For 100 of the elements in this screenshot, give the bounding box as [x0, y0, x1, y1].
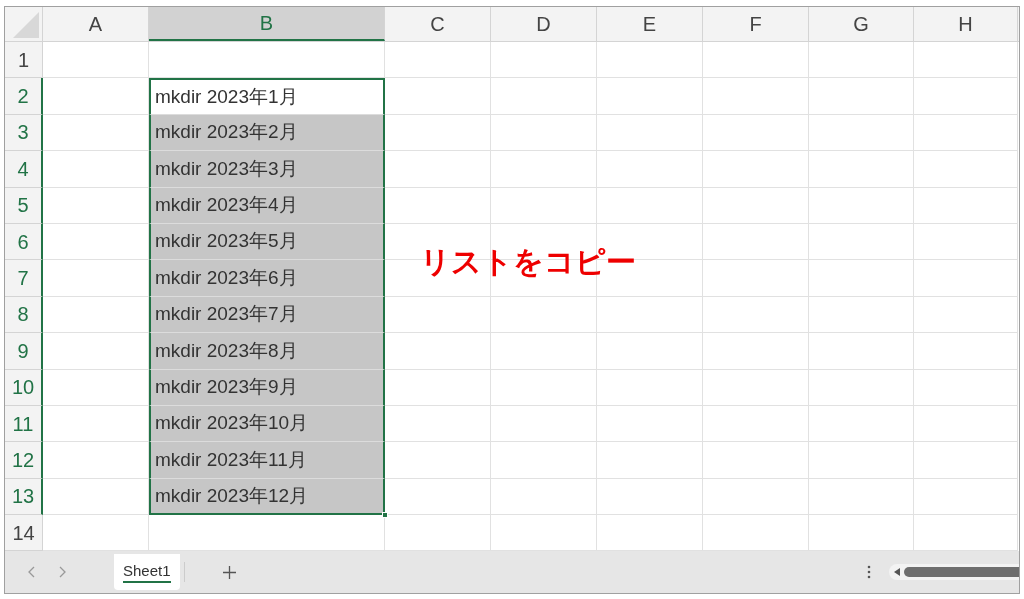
empty-cell[interactable]	[914, 405, 1018, 443]
column-header[interactable]: G	[809, 7, 914, 41]
row-header[interactable]: 1	[5, 42, 43, 79]
empty-cell[interactable]	[491, 369, 597, 406]
empty-cell[interactable]	[809, 260, 914, 297]
empty-cell[interactable]	[914, 478, 1018, 516]
empty-cell[interactable]	[491, 442, 597, 479]
row-header[interactable]: 7	[5, 260, 43, 297]
row-header[interactable]: 3	[5, 114, 43, 152]
empty-cell[interactable]	[385, 42, 491, 79]
empty-cell[interactable]	[491, 42, 597, 79]
empty-cell[interactable]	[597, 78, 703, 115]
empty-cell[interactable]	[914, 442, 1018, 479]
selected-cell[interactable]: mkdir 2023年8月	[149, 333, 385, 370]
empty-cell[interactable]	[809, 333, 914, 370]
empty-cell[interactable]	[914, 151, 1018, 188]
empty-cell[interactable]	[914, 114, 1018, 152]
row-header[interactable]: 6	[5, 223, 43, 261]
selected-cell[interactable]: mkdir 2023年3月	[149, 151, 385, 188]
column-header[interactable]: C	[385, 7, 491, 41]
row-header[interactable]: 8	[5, 296, 43, 334]
empty-cell[interactable]	[914, 42, 1018, 79]
empty-cell[interactable]	[491, 114, 597, 152]
empty-cell[interactable]	[914, 369, 1018, 406]
row-header[interactable]: 9	[5, 333, 43, 370]
column-header[interactable]: H	[914, 7, 1018, 41]
row-header[interactable]: 12	[5, 442, 43, 479]
empty-cell[interactable]	[703, 151, 809, 188]
row-header[interactable]: 4	[5, 151, 43, 188]
selected-cell[interactable]: mkdir 2023年1月	[149, 78, 385, 115]
empty-cell[interactable]	[809, 78, 914, 115]
empty-cell[interactable]	[597, 187, 703, 224]
empty-cell[interactable]	[703, 369, 809, 406]
empty-cell[interactable]	[809, 187, 914, 224]
empty-cell[interactable]	[491, 151, 597, 188]
empty-cell[interactable]	[703, 296, 809, 334]
empty-cell[interactable]	[597, 442, 703, 479]
selected-cell[interactable]: mkdir 2023年4月	[149, 187, 385, 224]
empty-cell[interactable]	[809, 296, 914, 334]
empty-cell[interactable]	[597, 296, 703, 334]
empty-cell[interactable]	[491, 333, 597, 370]
empty-cell[interactable]	[809, 114, 914, 152]
empty-cell[interactable]	[491, 296, 597, 334]
empty-cell[interactable]	[914, 260, 1018, 297]
empty-cell[interactable]	[491, 478, 597, 516]
empty-cell[interactable]	[597, 369, 703, 406]
empty-cell[interactable]	[597, 333, 703, 370]
empty-cell[interactable]	[809, 42, 914, 79]
fill-handle[interactable]	[382, 512, 388, 519]
empty-cell[interactable]	[914, 187, 1018, 224]
row-header[interactable]: 10	[5, 369, 43, 406]
scroll-left-icon[interactable]	[894, 568, 900, 577]
empty-cell[interactable]	[914, 333, 1018, 370]
selected-cell[interactable]: mkdir 2023年5月	[149, 223, 385, 261]
selected-cell[interactable]: mkdir 2023年2月	[149, 114, 385, 152]
add-sheet-icon[interactable]	[222, 565, 236, 579]
selected-cell[interactable]: mkdir 2023年6月	[149, 260, 385, 297]
column-header[interactable]: E	[597, 7, 703, 41]
empty-cell[interactable]	[703, 223, 809, 261]
selected-cell[interactable]: mkdir 2023年10月	[149, 405, 385, 443]
empty-cell[interactable]	[597, 114, 703, 152]
empty-cell[interactable]	[597, 151, 703, 188]
row-header[interactable]: 13	[5, 478, 43, 516]
empty-cell[interactable]	[703, 260, 809, 297]
empty-cell[interactable]	[491, 405, 597, 443]
empty-cell[interactable]	[491, 78, 597, 115]
selected-cell[interactable]: mkdir 2023年11月	[149, 442, 385, 479]
selected-cell[interactable]: mkdir 2023年12月	[149, 478, 385, 516]
empty-cell[interactable]	[809, 223, 914, 261]
empty-cell[interactable]	[914, 223, 1018, 261]
previous-sheet-icon[interactable]	[27, 565, 37, 580]
empty-cell[interactable]	[809, 369, 914, 406]
empty-cell[interactable]	[914, 78, 1018, 115]
empty-cell[interactable]	[703, 442, 809, 479]
empty-cell[interactable]	[703, 187, 809, 224]
empty-cell[interactable]	[703, 333, 809, 370]
empty-cell[interactable]	[914, 296, 1018, 334]
empty-cell[interactable]	[809, 442, 914, 479]
empty-cell[interactable]	[491, 187, 597, 224]
empty-cell[interactable]	[809, 478, 914, 516]
column-header[interactable]: F	[703, 7, 809, 41]
horizontal-scrollbar[interactable]	[889, 564, 1019, 581]
selected-cell[interactable]: mkdir 2023年7月	[149, 296, 385, 334]
empty-cell[interactable]	[703, 78, 809, 115]
next-sheet-icon[interactable]	[57, 565, 67, 580]
row-header[interactable]: 11	[5, 405, 43, 443]
empty-cell[interactable]	[809, 151, 914, 188]
empty-cell[interactable]	[597, 42, 703, 79]
empty-cell[interactable]	[703, 114, 809, 152]
empty-cell[interactable]	[597, 478, 703, 516]
empty-cell[interactable]	[703, 405, 809, 443]
column-header[interactable]: B	[149, 7, 385, 41]
row-header[interactable]: 14	[5, 515, 43, 552]
more-options-icon[interactable]	[867, 565, 871, 580]
row-header[interactable]: 2	[5, 78, 43, 115]
empty-cell[interactable]	[809, 405, 914, 443]
empty-cell[interactable]	[703, 42, 809, 79]
row-header[interactable]: 5	[5, 187, 43, 224]
empty-cell[interactable]	[703, 478, 809, 516]
sheet-tab[interactable]: Sheet1	[114, 554, 180, 591]
